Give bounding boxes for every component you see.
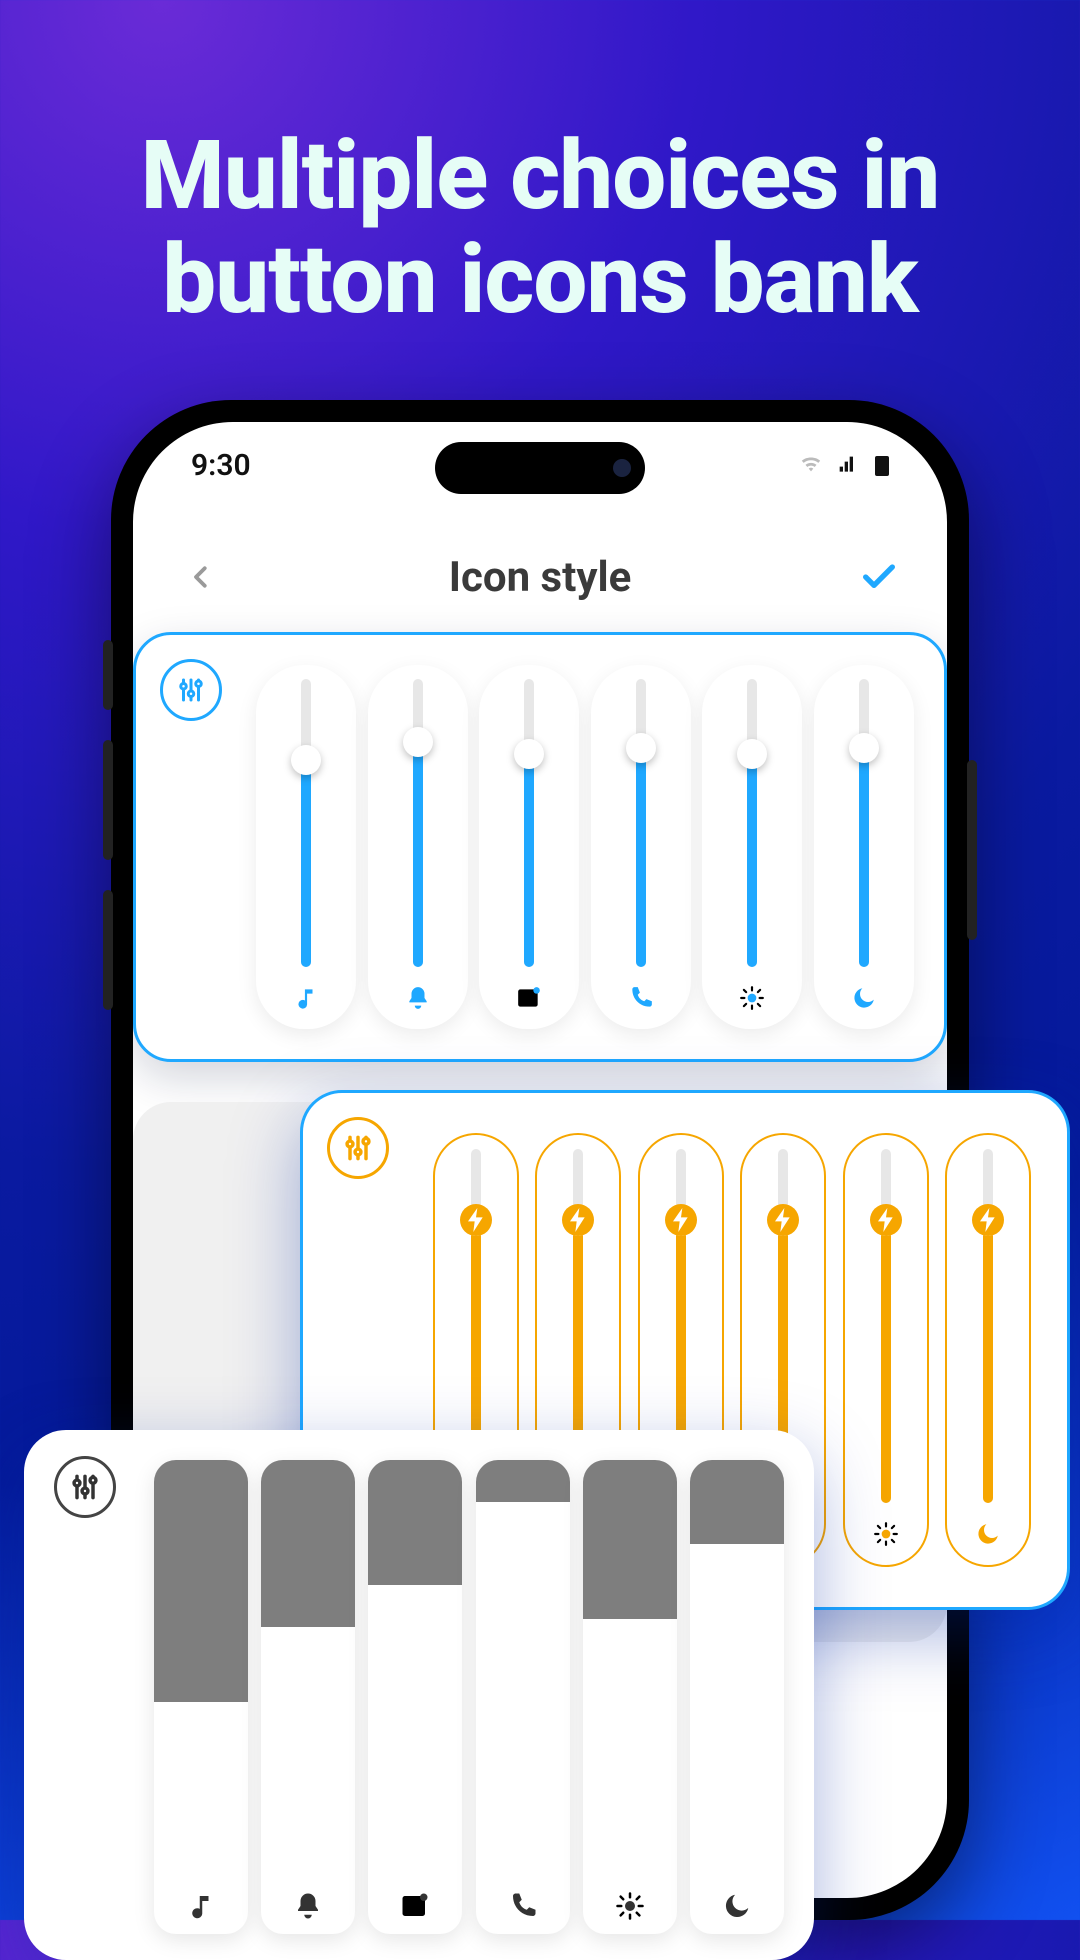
phone-side-button xyxy=(967,760,977,940)
signal-icon xyxy=(835,448,861,483)
volume-bar-music[interactable] xyxy=(154,1460,248,1934)
phone-side-button xyxy=(103,890,113,1010)
bell-icon xyxy=(293,1878,323,1934)
sliders-icon xyxy=(54,1456,116,1518)
icon-style-card-blue[interactable] xyxy=(133,632,947,1062)
sun-icon xyxy=(615,1878,645,1934)
bolt-icon[interactable] xyxy=(870,1204,902,1236)
volume-bar-card[interactable] xyxy=(368,1460,462,1934)
volume-bar-phone[interactable] xyxy=(476,1460,570,1934)
sliders-icon xyxy=(160,659,222,721)
slider-knob[interactable] xyxy=(849,733,879,763)
moon-icon xyxy=(971,1517,1005,1551)
page-title: Icon style xyxy=(223,553,857,602)
wifi-icon xyxy=(797,448,825,483)
volume-slider-moon[interactable] xyxy=(814,665,914,1029)
bolt-icon[interactable] xyxy=(972,1204,1004,1236)
volume-bar-bell[interactable] xyxy=(261,1460,355,1934)
volume-slider-sun[interactable] xyxy=(843,1133,929,1567)
bolt-icon[interactable] xyxy=(562,1204,594,1236)
card-icon xyxy=(400,1878,430,1934)
music-icon xyxy=(186,1878,216,1934)
sun-icon xyxy=(869,1517,903,1551)
icon-style-card-gray[interactable] xyxy=(24,1430,814,1960)
bolt-icon[interactable] xyxy=(767,1204,799,1236)
moon-icon xyxy=(847,981,881,1015)
nav-bar: Icon style xyxy=(133,532,947,622)
slider-knob[interactable] xyxy=(291,745,321,775)
bolt-icon[interactable] xyxy=(665,1204,697,1236)
confirm-button[interactable] xyxy=(857,555,901,599)
volume-bar-sun[interactable] xyxy=(583,1460,677,1934)
volume-slider-bell[interactable] xyxy=(368,665,468,1029)
volume-slider-sun[interactable] xyxy=(702,665,802,1029)
slider-knob[interactable] xyxy=(403,727,433,757)
sun-icon xyxy=(735,981,769,1015)
sliders-icon xyxy=(327,1117,389,1179)
promo-headline: Multiple choices in button icons bank xyxy=(0,125,1080,332)
phone-side-button xyxy=(103,640,113,710)
volume-slider-card[interactable] xyxy=(479,665,579,1029)
volume-slider-music[interactable] xyxy=(256,665,356,1029)
phone-icon xyxy=(508,1878,538,1934)
slider-knob[interactable] xyxy=(737,739,767,769)
slider-knob[interactable] xyxy=(514,739,544,769)
moon-icon xyxy=(722,1878,752,1934)
volume-bar-moon[interactable] xyxy=(690,1460,784,1934)
slider-knob[interactable] xyxy=(626,733,656,763)
status-bar: 9:30 xyxy=(133,448,947,483)
volume-slider-moon[interactable] xyxy=(945,1133,1031,1567)
bell-icon xyxy=(401,981,435,1015)
status-time: 9:30 xyxy=(191,448,251,483)
volume-slider-phone[interactable] xyxy=(591,665,691,1029)
phone-icon xyxy=(624,981,658,1015)
card-icon xyxy=(512,981,546,1015)
battery-icon xyxy=(875,456,889,476)
music-icon xyxy=(289,981,323,1015)
back-button[interactable] xyxy=(179,555,223,599)
phone-side-button xyxy=(103,740,113,860)
bolt-icon[interactable] xyxy=(460,1204,492,1236)
